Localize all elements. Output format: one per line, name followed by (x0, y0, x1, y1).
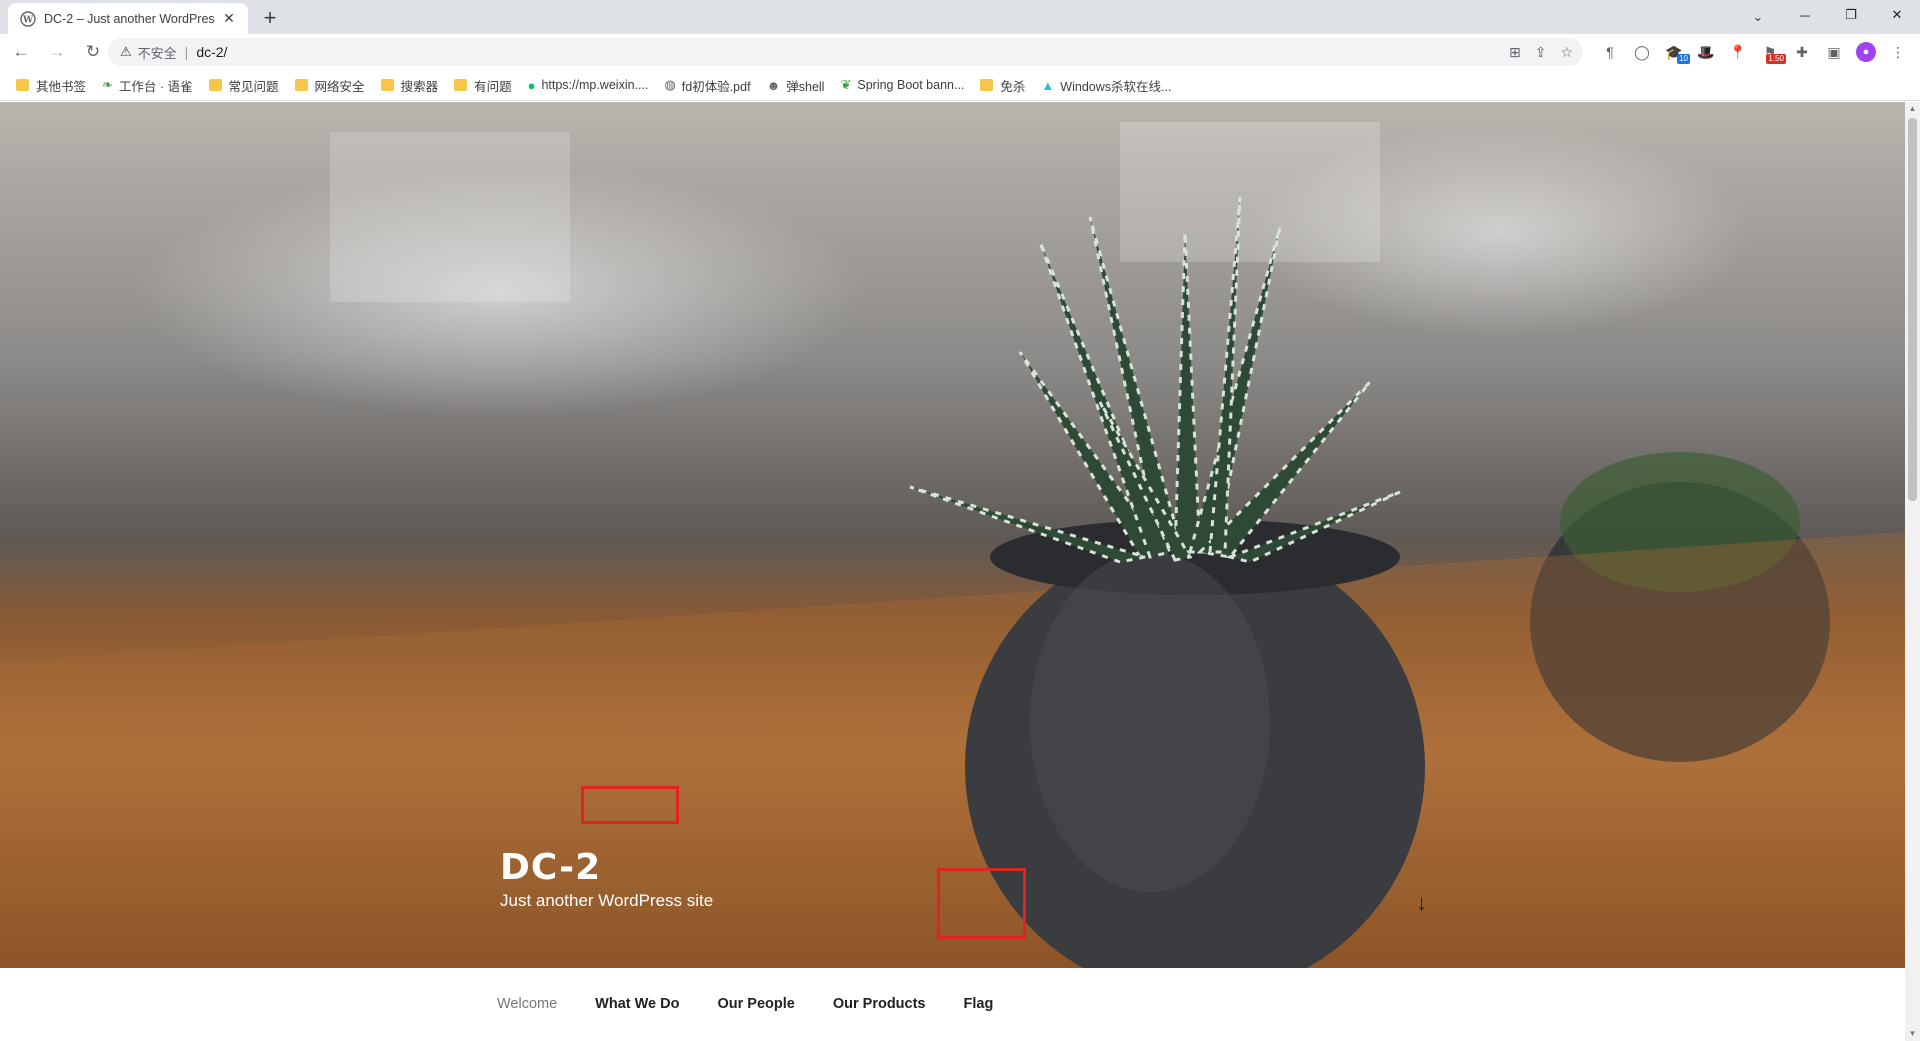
site-title[interactable]: DC-2 (500, 848, 713, 888)
graduation-cap-extension-icon[interactable]: 🎓 10 (1660, 38, 1690, 66)
site-description: Just another WordPress site (500, 891, 714, 910)
browser-menu-icon[interactable]: ⋮ (1884, 38, 1912, 66)
arrow-logo-icon: ▲ (1041, 77, 1055, 93)
bookmark-item[interactable]: ▲ Windows杀软在线... (1033, 73, 1179, 97)
reload-button[interactable]: ↻ (78, 37, 108, 67)
circle-extension-icon[interactable]: ◯ (1628, 38, 1656, 66)
folder-icon (454, 79, 468, 91)
spring-leaf-icon: ❦ (840, 77, 852, 92)
scroll-up-icon[interactable]: ▲ (1905, 102, 1920, 116)
puzzle-extension-icon[interactable]: ✚ (1788, 38, 1816, 66)
scroll-down-icon[interactable]: ▼ (1905, 1027, 1920, 1041)
bookmark-folder[interactable]: 搜索器 (373, 73, 447, 97)
bookmark-item[interactable]: ● https://mp.weixin.... (520, 73, 657, 97)
back-button[interactable]: ← (6, 37, 36, 67)
address-bar-actions: ⊞ ⇪ ☆ (1509, 38, 1573, 66)
site-branding: DC-2 Just another WordPress site (500, 848, 713, 911)
minimize-button[interactable]: ─ (1782, 0, 1828, 30)
bookmark-item[interactable]: ❦ Spring Boot bann... (832, 73, 972, 97)
navigation-bar: Welcome What We Do Our People Our Produc… (0, 968, 1905, 1041)
top-menu: Welcome What We Do Our People Our Produc… (478, 968, 1012, 1041)
scroll-down-arrow-icon[interactable]: ↓ (1416, 890, 1427, 916)
succulent-plant-photo (0, 122, 1905, 968)
folder-icon (380, 79, 394, 91)
svg-text:W: W (22, 15, 34, 25)
tab-title: DC-2 – Just another WordPres (44, 11, 215, 26)
browser-tab[interactable]: W DC-2 – Just another WordPres ✕ (8, 3, 248, 34)
address-bar[interactable]: ⚠ 不安全 | dc-2/ ⊞ ⇪ ☆ (108, 38, 1583, 66)
bookmark-folder[interactable]: 免杀 (972, 73, 1033, 97)
bookmark-folder[interactable]: 常见问题 (201, 73, 287, 97)
bookmark-folder[interactable]: 有问题 (446, 73, 520, 97)
not-secure-label: 不安全 (137, 45, 177, 61)
forward-button[interactable]: → (42, 37, 72, 67)
menu-item-welcome[interactable]: Welcome (478, 968, 576, 1041)
share-icon[interactable]: ⇪ (1535, 44, 1547, 61)
window-controls: ─ ❐ ✕ (1782, 0, 1920, 30)
hat-extension-icon[interactable]: 🎩 (1692, 38, 1720, 66)
address-separator: | (184, 44, 189, 60)
url-text[interactable]: dc-2/ (196, 44, 227, 60)
page-scrollbar[interactable]: ▲ ▼ (1905, 102, 1920, 1041)
bookmark-folder[interactable]: 网络安全 (287, 73, 373, 97)
pin-extension-icon[interactable]: 📍 (1724, 38, 1752, 66)
folder-icon (16, 79, 29, 91)
close-window-button[interactable]: ✕ (1874, 0, 1920, 30)
globe-icon: ◍ (664, 77, 676, 92)
tab-strip: W DC-2 – Just another WordPres ✕ + ⌄ ─ ❐… (0, 0, 1920, 34)
avatar: ● (1856, 42, 1876, 62)
profile-avatar[interactable]: ● (1852, 38, 1880, 66)
browser-toolbar: ← → ↻ ⚠ 不安全 | dc-2/ ⊞ ⇪ ☆ ¶ ◯ 🎓 10 🎩 📍 ⚑ 1… (0, 34, 1920, 70)
bookmark-star-icon[interactable]: ☆ (1560, 44, 1573, 61)
highlight-box-flag (937, 868, 1026, 939)
translate-icon[interactable]: ⊞ (1509, 44, 1521, 61)
extensions-area: ¶ ◯ 🎓 10 🎩 📍 ⚑ 1.50 ✚ ▣ ● ⋮ (1596, 34, 1912, 70)
pilcrow-extension-icon[interactable]: ¶ (1596, 38, 1624, 66)
menu-item-what-we-do[interactable]: What We Do (576, 968, 698, 1041)
folder-icon (980, 79, 994, 91)
extension-badge: 1.50 (1766, 54, 1786, 64)
restore-button[interactable]: ❐ (1828, 0, 1874, 30)
bookmark-item[interactable]: ☻ 弹shell (759, 73, 833, 97)
bookmark-folder[interactable]: 其他书签 (8, 73, 94, 97)
folder-icon (208, 79, 222, 91)
side-panel-icon[interactable]: ▣ (1820, 38, 1848, 66)
new-tab-button[interactable]: + (258, 7, 282, 31)
wordpress-favicon-icon: W (20, 10, 36, 27)
folder-icon (294, 79, 308, 91)
menu-item-our-products[interactable]: Our Products (814, 968, 945, 1041)
wechat-icon: ● (527, 77, 536, 93)
header-hero-image: DC-2 Just another WordPress site (0, 102, 1905, 968)
tab-close-icon[interactable]: ✕ (220, 10, 238, 27)
bookmarks-bar: 其他书签 ❧ 工作台 · 语雀 常见问题 网络安全 搜索器 有问题 ● https:… (0, 70, 1920, 101)
alien-icon: ☻ (766, 77, 781, 93)
menu-item-our-people[interactable]: Our People (698, 968, 813, 1041)
bookmark-item[interactable]: ❧ 工作台 · 语雀 (94, 73, 201, 97)
menu-item-flag[interactable]: Flag (945, 968, 1013, 1041)
tab-search-icon[interactable]: ⌄ (1746, 5, 1770, 29)
highlight-box-wordpress (581, 786, 679, 824)
bookmark-item[interactable]: ◍ fd初体验.pdf (656, 73, 758, 97)
flag-extension-icon[interactable]: ⚑ 1.50 (1756, 38, 1786, 66)
extension-badge: 10 (1677, 54, 1690, 64)
scrollbar-thumb[interactable] (1908, 118, 1917, 501)
leaf-icon: ❧ (102, 77, 113, 92)
not-secure-warning-icon[interactable]: ⚠ (120, 44, 132, 60)
